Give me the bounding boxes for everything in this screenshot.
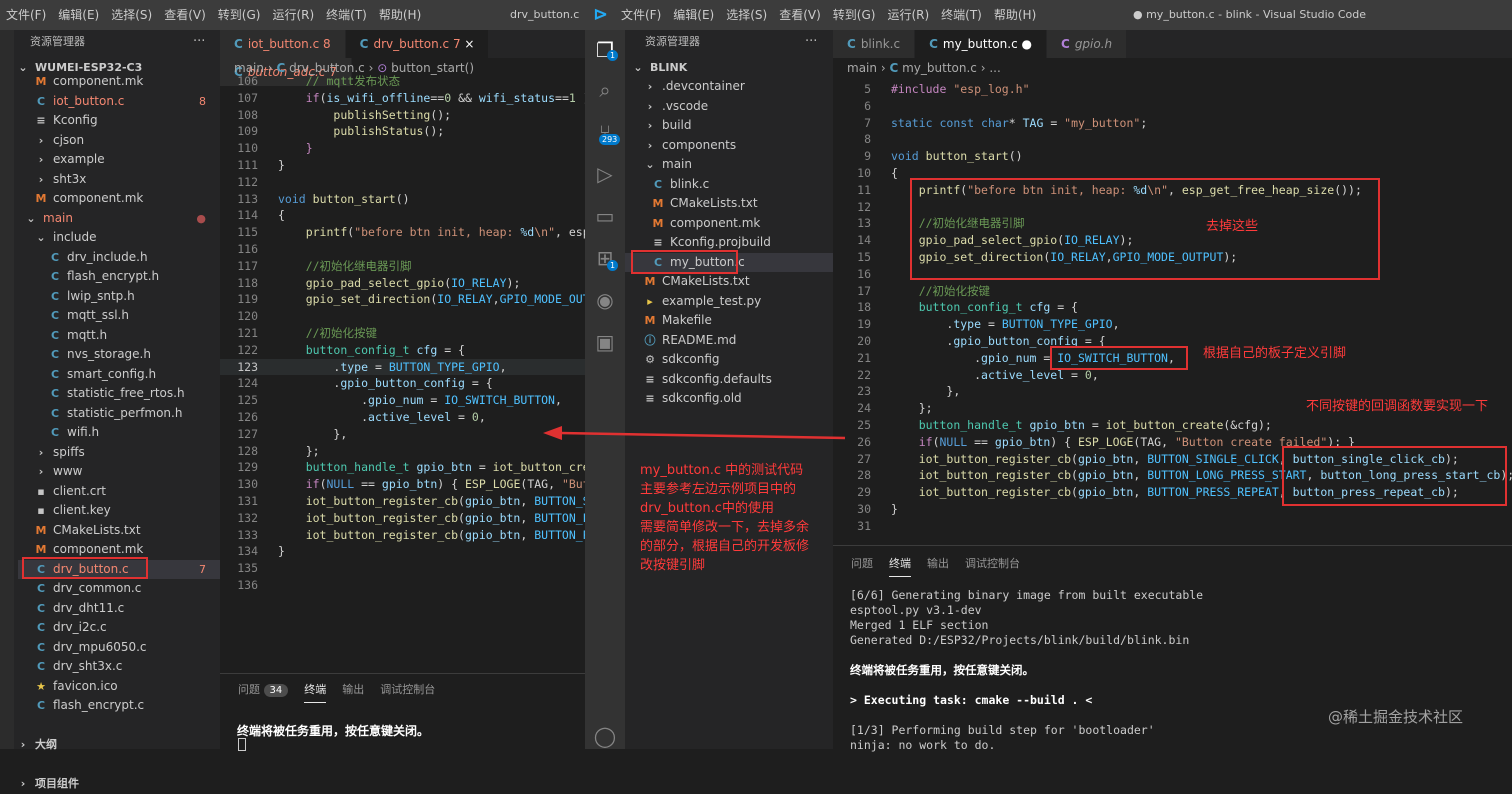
arrow-line: [559, 431, 846, 440]
watermark: @稀土掘金技术社区: [1328, 708, 1464, 726]
timeline-section[interactable]: › 项目组件: [16, 774, 236, 794]
annotation-arrow: [543, 426, 846, 440]
arrow-head: [543, 426, 562, 440]
timeline-label: 项目组件: [35, 777, 79, 790]
